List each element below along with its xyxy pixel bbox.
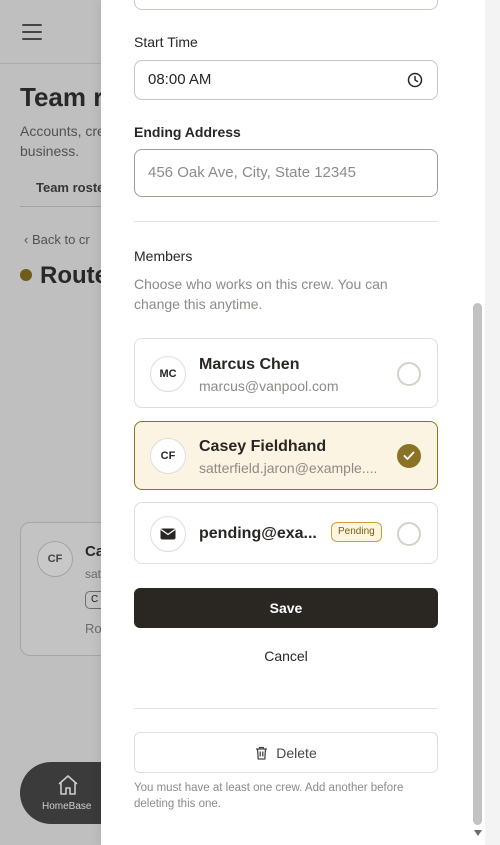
delete-button-label: Delete xyxy=(276,744,317,761)
member-option-pending[interactable]: pending@exa... Pending xyxy=(134,502,438,564)
scroll-down-arrow-icon[interactable] xyxy=(474,830,482,836)
avatar xyxy=(150,516,186,552)
envelope-icon xyxy=(160,528,176,540)
members-help-text: Choose who works on this crew. You can c… xyxy=(134,276,388,312)
trash-icon xyxy=(256,746,268,760)
avatar: CF xyxy=(150,438,186,474)
check-icon xyxy=(403,451,415,460)
start-time-input[interactable]: 08:00 AM xyxy=(134,60,438,100)
member-email: satterfield.jaron@example.... xyxy=(199,460,378,476)
scrollbar-thumb[interactable] xyxy=(473,303,482,825)
member-radio[interactable] xyxy=(397,362,421,386)
divider xyxy=(134,708,438,709)
member-option-marcus[interactable]: MC Marcus Chen marcus@vanpool.com xyxy=(134,338,438,408)
member-email: marcus@vanpool.com xyxy=(199,378,339,394)
cancel-button[interactable]: Cancel xyxy=(134,644,438,668)
ending-address-input[interactable]: 456 Oak Ave, City, State 12345 xyxy=(134,149,438,197)
pending-badge: Pending xyxy=(331,522,382,542)
member-name: Marcus Chen xyxy=(199,356,300,373)
members-label: Members xyxy=(134,248,193,264)
save-button[interactable]: Save xyxy=(134,588,438,628)
ending-address-label: Ending Address xyxy=(134,124,241,140)
member-name: Casey Fieldhand xyxy=(199,438,327,455)
divider xyxy=(134,221,438,222)
member-radio-checked[interactable] xyxy=(397,444,421,468)
member-radio[interactable] xyxy=(397,522,421,546)
member-option-casey[interactable]: CF Casey Fieldhand satterfield.jaron@exa… xyxy=(134,421,438,490)
clock-icon[interactable] xyxy=(407,72,423,88)
delete-button[interactable]: Delete xyxy=(134,732,438,773)
avatar: MC xyxy=(150,356,186,392)
scrollbar-track[interactable] xyxy=(485,0,500,845)
member-name: pending@exa... xyxy=(199,525,317,542)
start-time-value: 08:00 AM xyxy=(148,71,212,88)
previous-field[interactable] xyxy=(134,0,438,10)
delete-note: You must have at least one crew. Add ano… xyxy=(134,782,404,810)
start-time-label: Start Time xyxy=(134,34,198,50)
